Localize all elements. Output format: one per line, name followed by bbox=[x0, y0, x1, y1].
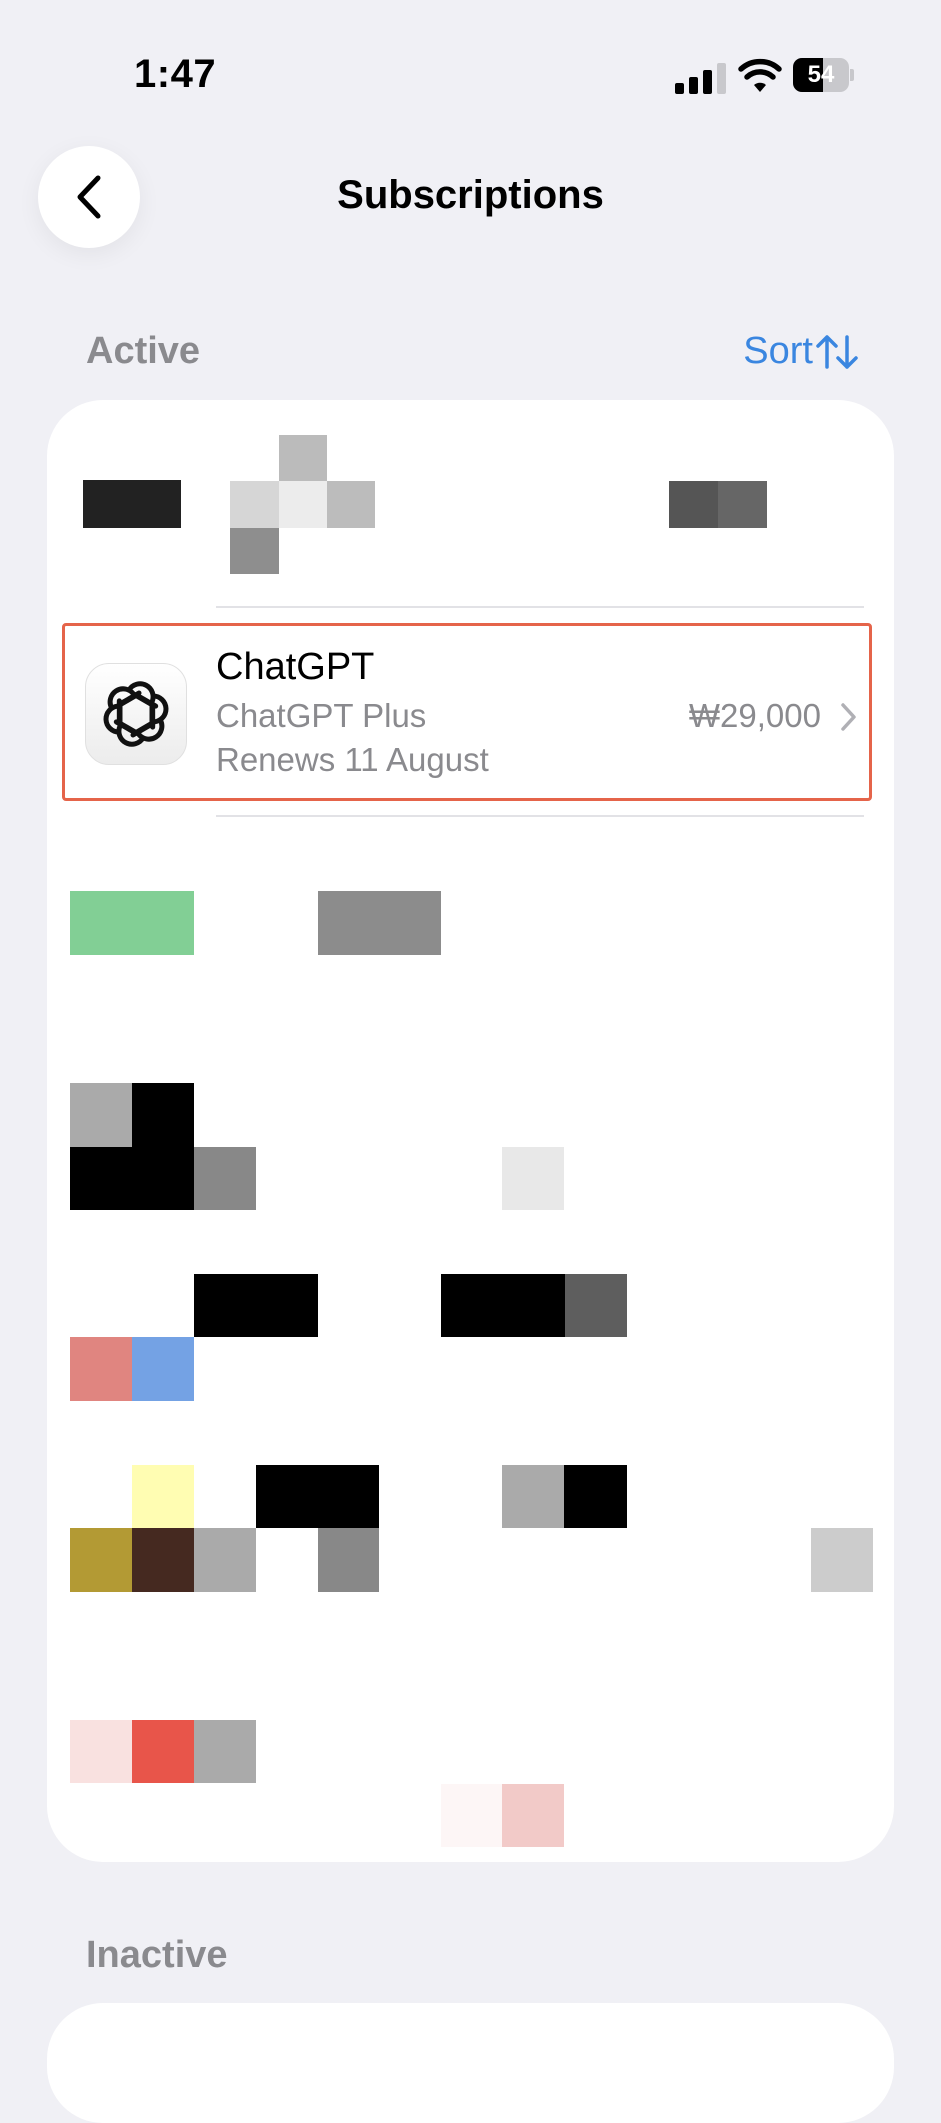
sort-button[interactable]: Sort bbox=[743, 330, 859, 373]
page-title: Subscriptions bbox=[337, 173, 604, 217]
subscription-plan: ChatGPT Plus bbox=[216, 697, 427, 734]
active-subscriptions-card bbox=[47, 400, 894, 1862]
inactive-section-label: Inactive bbox=[86, 1934, 228, 1976]
cellular-signal-icon bbox=[675, 62, 727, 94]
subscription-renewal-date: Renews 11 August bbox=[216, 741, 489, 778]
chevron-right-icon bbox=[838, 700, 860, 739]
inactive-subscriptions-card bbox=[47, 2003, 894, 2123]
subscription-app-name: ChatGPT bbox=[216, 646, 375, 688]
subscription-price: ₩29,000 bbox=[688, 697, 821, 734]
wifi-icon bbox=[738, 58, 782, 94]
battery-icon: 54 bbox=[793, 58, 854, 92]
sort-arrows-icon bbox=[816, 334, 858, 369]
openai-logo-icon bbox=[85, 663, 187, 765]
active-section-label: Active bbox=[86, 330, 201, 372]
status-time: 1:47 bbox=[134, 52, 217, 96]
battery-percent: 54 bbox=[807, 61, 835, 88]
sort-label: Sort bbox=[743, 330, 813, 372]
